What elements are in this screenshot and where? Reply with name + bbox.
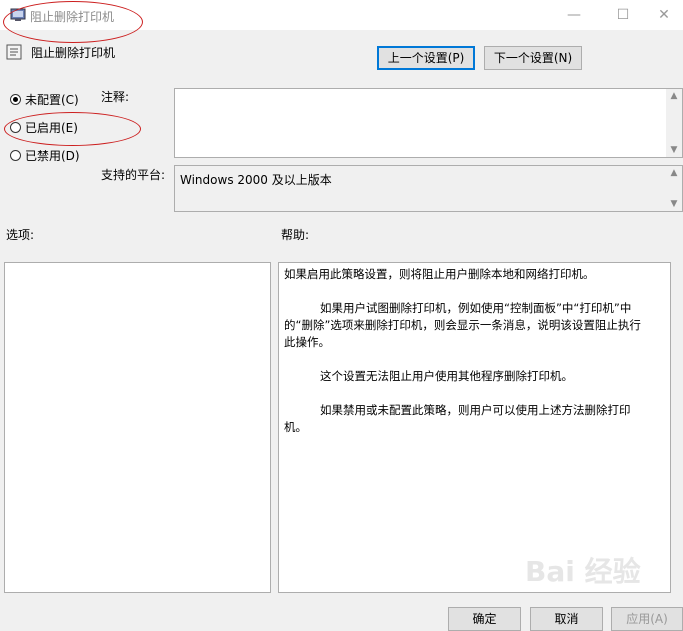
close-button[interactable]: ✕ <box>642 0 683 30</box>
ok-button[interactable]: 确定 <box>448 607 521 631</box>
previous-setting-button[interactable]: 上一个设置(P) <box>377 46 475 70</box>
platform-field: Windows 2000 及以上版本 ▲ ▼ <box>174 165 683 212</box>
radio-indicator[interactable] <box>10 149 21 161</box>
comment-textarea[interactable]: ▲ ▼ <box>174 88 683 158</box>
platform-value: Windows 2000 及以上版本 <box>180 173 332 187</box>
policy-name: 阻止删除打印机 <box>31 46 116 60</box>
next-setting-button[interactable]: 下一个设置(N) <box>484 46 582 70</box>
scroll-down-icon[interactable]: ▼ <box>666 199 682 209</box>
watermark: Bai 经验 <box>525 555 641 588</box>
help-paragraph: 如果启用此策略设置，则将阻止用户删除本地和网络打印机。 <box>284 267 595 281</box>
options-label: 选项: <box>6 228 35 242</box>
maximize-button[interactable]: ☐ <box>601 0 645 30</box>
radio-indicator[interactable] <box>10 121 21 133</box>
window-title: 阻止删除打印机 <box>30 10 115 24</box>
options-panel <box>4 262 271 593</box>
radio-enabled[interactable]: 已启用(E) <box>10 119 78 135</box>
platform-label: 支持的平台: <box>101 168 166 182</box>
scroll-up-icon[interactable]: ▲ <box>666 168 682 178</box>
help-scrollbar[interactable] <box>654 263 670 592</box>
radio-disabled[interactable]: 已禁用(D) <box>10 147 80 163</box>
help-paragraph: 如果用户试图删除打印机，例如使用“控制面板”中“打印机”中的“删除”选项来删除打… <box>284 301 641 349</box>
radio-label: 未配置(C) <box>25 92 79 107</box>
apply-button[interactable]: 应用(A) <box>611 607 683 631</box>
minimize-button[interactable]: — <box>552 0 596 30</box>
scroll-up-icon[interactable]: ▲ <box>666 91 682 101</box>
comment-scrollbar[interactable]: ▲ ▼ <box>666 89 682 157</box>
radio-indicator[interactable] <box>10 93 21 105</box>
policy-app-icon <box>10 8 26 21</box>
help-paragraph: 这个设置无法阻止用户使用其他程序删除打印机。 <box>320 369 573 383</box>
title-bar: 阻止删除打印机 — ☐ ✕ <box>0 0 683 30</box>
scroll-down-icon[interactable]: ▼ <box>666 145 682 155</box>
radio-label: 已禁用(D) <box>25 148 80 163</box>
radio-label: 已启用(E) <box>25 120 78 135</box>
radio-not-configured[interactable]: 未配置(C) <box>10 91 79 107</box>
help-panel: 如果启用此策略设置，则将阻止用户删除本地和网络打印机。 如果用户试图删除打印机，… <box>278 262 671 593</box>
comment-label: 注释: <box>101 90 130 104</box>
platform-scrollbar[interactable]: ▲ ▼ <box>666 166 682 211</box>
policy-setting-icon <box>6 44 22 60</box>
help-label: 帮助: <box>281 228 310 242</box>
cancel-button[interactable]: 取消 <box>530 607 603 631</box>
help-paragraph: 如果禁用或未配置此策略，则用户可以使用上述方法删除打印机。 <box>284 403 631 434</box>
help-text: 如果启用此策略设置，则将阻止用户删除本地和网络打印机。 如果用户试图删除打印机，… <box>284 266 642 436</box>
